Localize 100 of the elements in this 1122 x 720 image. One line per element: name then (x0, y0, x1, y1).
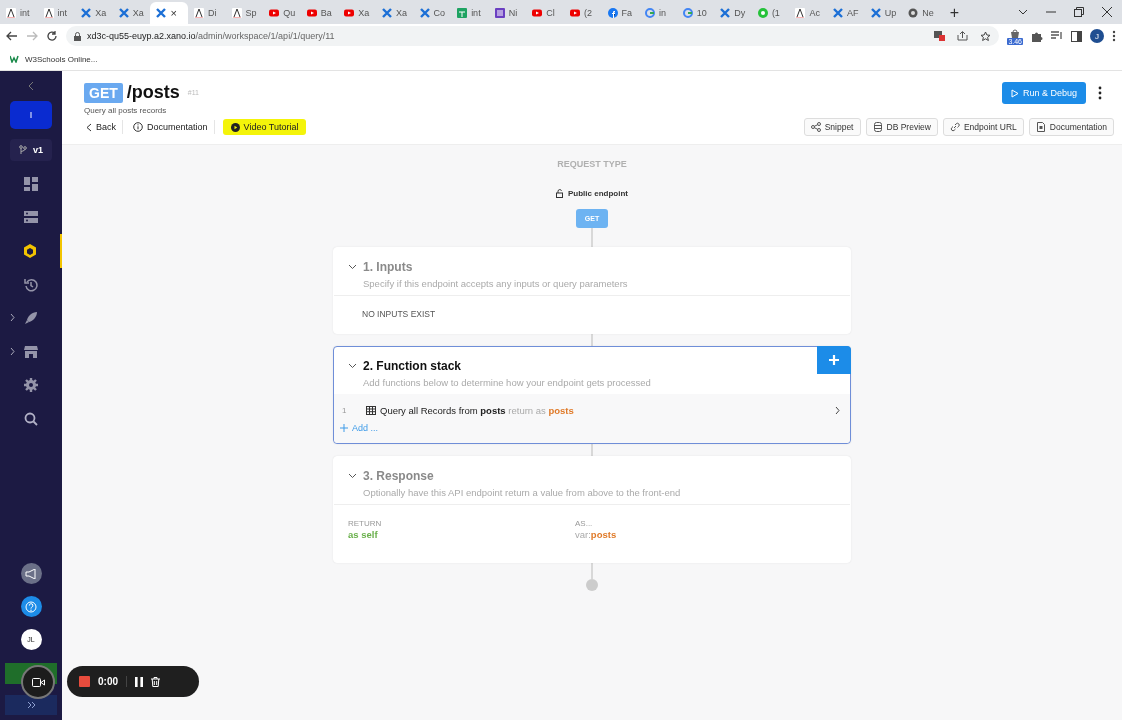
browser-tab[interactable]: (1 (751, 2, 790, 24)
back-link[interactable]: Back (84, 120, 123, 134)
browser-tab[interactable]: Ba (300, 2, 339, 24)
dashboard-icon[interactable] (24, 176, 38, 191)
method-badge: GET (84, 82, 123, 103)
bookmark-link[interactable]: W3Schools Online... (25, 54, 98, 64)
browser-tab[interactable]: Ac (789, 2, 828, 24)
database-icon[interactable] (24, 210, 38, 225)
rocket-icon[interactable] (24, 311, 38, 326)
help-button[interactable] (20, 596, 42, 617)
media-icon[interactable] (1051, 31, 1063, 41)
documentation-link[interactable]: Documentation (131, 120, 215, 134)
browser-tab[interactable]: Up (864, 2, 903, 24)
close-icon[interactable] (1102, 7, 1112, 17)
tab-title: Ac (809, 8, 820, 18)
search-icon[interactable] (24, 411, 38, 426)
chevron-right-icon[interactable] (10, 313, 15, 323)
browser-tab[interactable]: Dy (714, 2, 752, 24)
chevron-down-icon[interactable] (348, 363, 357, 369)
browser-tab[interactable]: Fa (601, 2, 640, 24)
browser-tab[interactable]: Di (187, 2, 226, 24)
chevron-down-icon[interactable] (1018, 9, 1028, 15)
more-icon[interactable] (1098, 86, 1102, 100)
branch-selector[interactable]: v1 (10, 139, 52, 161)
browser-tab[interactable]: Qu (263, 2, 301, 24)
browser-tab[interactable]: 10 (676, 2, 715, 24)
browser-tab[interactable]: int (0, 2, 38, 24)
new-tab-button[interactable]: + (945, 4, 964, 22)
close-tab-button[interactable]: × (170, 7, 177, 19)
blocked-popup-icon[interactable] (934, 31, 946, 41)
chat-icon (757, 8, 768, 18)
history-icon[interactable] (24, 277, 38, 292)
browser-tab[interactable]: Sp (225, 2, 264, 24)
section-title: 2. Function stack (363, 359, 463, 373)
browser-tab[interactable]: Xa (338, 2, 376, 24)
chevron-left-icon (86, 122, 92, 132)
browser-tab[interactable]: Xa (75, 2, 113, 24)
browser-tab[interactable]: Xa (112, 2, 151, 24)
chevron-down-icon[interactable] (348, 473, 357, 479)
share-icon[interactable] (957, 31, 969, 41)
browser-tab[interactable]: Xa (375, 2, 414, 24)
run-debug-button[interactable]: Run & Debug (1001, 82, 1086, 104)
field-label: AS... (575, 519, 594, 528)
x-icon (720, 8, 731, 18)
globe-icon (908, 8, 919, 18)
profile-avatar[interactable]: J (1090, 29, 1104, 43)
x-icon (381, 8, 392, 18)
documentation-button[interactable]: Documentation (1028, 118, 1114, 136)
add-function-button[interactable] (817, 346, 851, 374)
store-icon[interactable] (24, 344, 38, 359)
pause-icon[interactable] (135, 676, 143, 687)
camera-icon (31, 677, 45, 687)
tab-title: int (471, 8, 481, 18)
snippet-button[interactable]: Snippet (803, 118, 861, 136)
star-icon[interactable] (980, 30, 992, 42)
restore-icon[interactable] (1074, 7, 1084, 17)
db-preview-button[interactable]: DB Preview (865, 118, 938, 136)
plus-icon (340, 424, 348, 432)
trash-icon[interactable] (151, 676, 160, 687)
browser-tab[interactable]: AF (827, 2, 865, 24)
f-circle-icon (607, 8, 618, 18)
play-icon (532, 8, 543, 18)
hexagon-icon[interactable] (23, 244, 37, 258)
x-icon (870, 8, 881, 18)
collapse-icon[interactable] (27, 81, 35, 91)
tab-title: Xa (132, 8, 144, 18)
x-icon (419, 8, 430, 18)
menu-icon[interactable] (1112, 30, 1116, 42)
play-icon (269, 8, 280, 18)
browser-tab[interactable]: Ni (488, 2, 527, 24)
tab-title: int (20, 8, 30, 18)
chevron-down-icon[interactable] (348, 264, 357, 270)
browser-tab[interactable]: int (37, 2, 76, 24)
function-step[interactable]: 1 Query all Records from posts return as posts (334, 402, 850, 419)
w-icon[interactable] (10, 55, 21, 63)
section-title: 3. Response (363, 469, 435, 483)
browser-tab[interactable]: × (150, 2, 188, 24)
tab-title: Qu (283, 8, 296, 18)
tab-title: 10 (696, 8, 707, 18)
workspace-button[interactable]: I (10, 101, 52, 129)
video-tutorial-button[interactable]: Video Tutorial (222, 119, 307, 135)
puzzle-icon[interactable] (1031, 30, 1043, 42)
play-icon (569, 8, 580, 18)
share-nodes-icon (810, 122, 821, 132)
settings-icon[interactable] (24, 378, 38, 393)
announcements-button[interactable] (20, 563, 42, 584)
back-arrow-icon[interactable] (6, 30, 18, 42)
chevron-right-icon[interactable] (10, 346, 15, 356)
browser-tab[interactable]: (2 (563, 2, 602, 24)
browser-tab[interactable]: in (639, 2, 677, 24)
browser-tab[interactable]: int (451, 2, 489, 24)
side-panel-icon[interactable] (1071, 30, 1082, 42)
browser-tab[interactable]: Cl (526, 2, 564, 24)
letter-icon (43, 8, 54, 18)
address-bar[interactable]: xd3c-qu55-euyp.a2.xano.io/admin/workspace/1/api/1/query/11 (66, 26, 1000, 46)
browser-tab[interactable]: Co (413, 2, 452, 24)
endpoint-url-button[interactable]: Endpoint URL (942, 118, 1024, 136)
x-icon (156, 8, 167, 18)
browser-tab[interactable]: Ne (902, 2, 940, 24)
reload-icon[interactable] (46, 30, 58, 42)
